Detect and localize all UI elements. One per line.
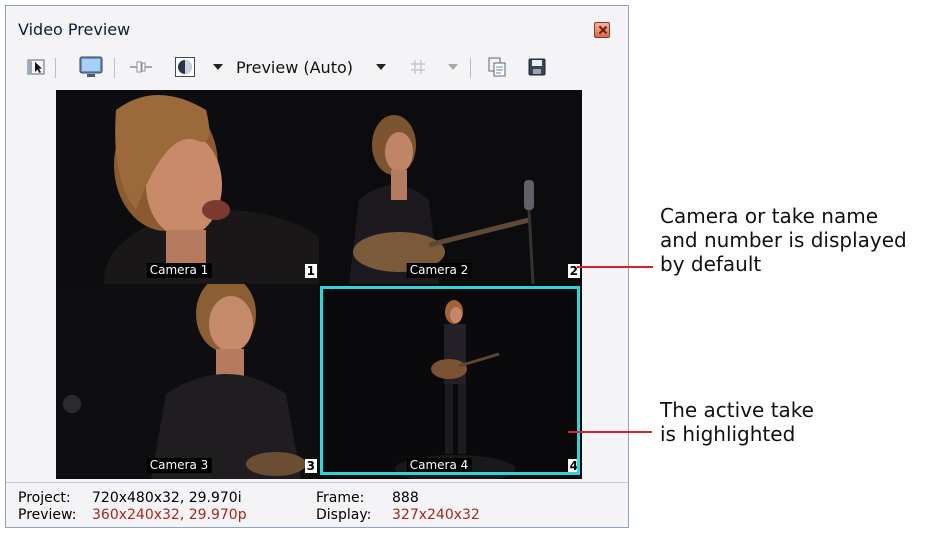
split-icon <box>130 61 152 73</box>
chevron-down-icon <box>376 64 386 70</box>
save-snapshot-button[interactable] <box>524 54 550 80</box>
chevron-down-icon <box>213 64 223 70</box>
monitor-icon <box>79 56 103 77</box>
camera-3-frame <box>56 284 319 479</box>
preview-quality-arrow[interactable] <box>374 54 388 80</box>
display-label: Display: <box>316 507 372 523</box>
save-icon <box>528 58 546 76</box>
status-bar: Project: 720x480x32, 29.970i Preview: 36… <box>6 482 628 528</box>
grid-icon <box>411 60 425 74</box>
take-cell[interactable]: Camera 3 3 <box>56 284 319 479</box>
title-bar: Video Preview <box>6 6 628 40</box>
preview-value: 360x240x32, 29.970p <box>92 507 247 523</box>
preview-label: Preview: <box>18 507 77 523</box>
copy-snapshot-button[interactable] <box>484 54 510 80</box>
annotation-line: by default <box>660 252 762 276</box>
overlay-icon <box>175 57 195 77</box>
camera-2-frame <box>319 90 582 284</box>
preview-quality-label: Preview (Auto) <box>236 57 353 77</box>
active-take-highlight <box>320 286 580 475</box>
take-label: Camera 2 <box>406 263 472 278</box>
video-fx-button[interactable] <box>24 54 48 80</box>
annotation-line: Camera or take name <box>660 204 879 228</box>
close-button[interactable] <box>594 22 610 38</box>
display-value: 327x240x32 <box>392 507 480 523</box>
overlays-button[interactable] <box>172 54 198 80</box>
take-label: Camera 3 <box>146 458 212 473</box>
annotation-line: The active take <box>660 398 814 422</box>
project-label: Project: <box>18 490 71 506</box>
frame-label: Frame: <box>316 490 365 506</box>
chevron-down-icon <box>448 64 458 70</box>
annotation-active-take: The active take is highlighted <box>660 398 814 446</box>
video-preview-area[interactable]: Camera 1 1 Camera 2 2 Camera 3 3 Camera … <box>56 90 582 479</box>
leader-line-active <box>568 431 652 433</box>
grid-dropdown[interactable] <box>446 54 460 80</box>
annotation-take-name: Camera or take name and number is displa… <box>660 204 907 276</box>
video-preview-window: Video Preview Preview (Auto) Camera 1 1 … <box>5 5 629 528</box>
leader-line-name <box>577 266 653 268</box>
take-number: 1 <box>304 264 317 278</box>
window-title: Video Preview <box>18 20 131 39</box>
toolbar-separator <box>114 58 115 78</box>
select-icon <box>27 59 45 75</box>
overlays-dropdown[interactable] <box>211 54 225 80</box>
frame-value: 888 <box>392 490 419 506</box>
preview-quality-dropdown[interactable]: Preview (Auto) <box>236 54 366 80</box>
external-monitor-button[interactable] <box>76 54 106 80</box>
take-cell[interactable]: Camera 1 1 <box>56 90 319 284</box>
annotation-line: and number is displayed <box>660 228 907 252</box>
camera-1-frame <box>56 90 319 284</box>
take-number: 3 <box>304 459 317 473</box>
toolbar: Preview (Auto) <box>6 54 628 82</box>
project-value: 720x480x32, 29.970i <box>92 490 242 506</box>
take-cell[interactable]: Camera 2 2 <box>319 90 582 284</box>
copy-icon <box>488 57 506 77</box>
annotation-line: is highlighted <box>660 422 796 446</box>
take-label: Camera 1 <box>146 263 212 278</box>
split-screen-button[interactable] <box>127 54 155 80</box>
grid-button[interactable] <box>406 54 430 80</box>
toolbar-separator <box>55 58 56 78</box>
toolbar-separator <box>470 58 471 78</box>
